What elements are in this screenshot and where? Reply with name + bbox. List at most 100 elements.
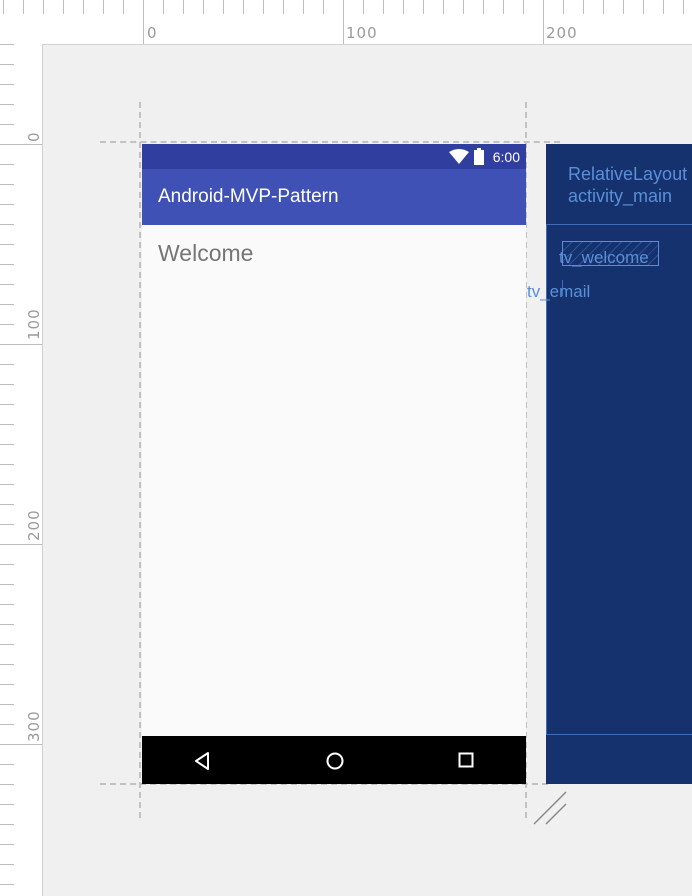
vruler-tick — [0, 704, 14, 705]
vruler-tick — [0, 664, 14, 665]
hruler-tick — [403, 0, 404, 14]
vruler-tick — [0, 264, 14, 265]
vruler-tick — [0, 624, 14, 625]
hruler-tick — [363, 0, 364, 14]
hruler-tick — [343, 0, 344, 44]
hruler-tick — [483, 0, 484, 14]
status-bar: 6:00 — [142, 144, 526, 169]
hruler-tick — [663, 0, 664, 14]
hruler-tick — [283, 0, 284, 14]
app-title: Android-MVP-Pattern — [158, 186, 339, 207]
hruler-tick — [323, 0, 324, 14]
hruler-tick — [503, 0, 504, 14]
horizontal-ruler: 0 100 200 — [0, 0, 692, 45]
vruler-tick — [0, 304, 14, 305]
hruler-tick — [163, 0, 164, 14]
blueprint-view[interactable]: RelativeLayout activity_main tv_welcome — [546, 144, 692, 784]
device-preview[interactable]: 6:00 Android-MVP-Pattern Welcome — [142, 144, 526, 784]
hruler-tick — [643, 0, 644, 14]
hruler-label-100: 100 — [346, 24, 378, 42]
vruler-tick — [0, 124, 14, 125]
hruler-tick — [263, 0, 264, 14]
hruler-tick — [583, 0, 584, 14]
vruler-tick — [0, 884, 14, 885]
guide-top — [100, 141, 560, 143]
hruler-tick — [563, 0, 564, 14]
vruler-tick — [0, 504, 14, 505]
hruler-tick — [243, 0, 244, 14]
hruler-tick — [383, 0, 384, 14]
vruler-tick — [0, 324, 14, 325]
hruler-tick — [423, 0, 424, 14]
vruler-tick — [0, 384, 14, 385]
hruler-tick — [543, 0, 544, 44]
blueprint-navbar-divider — [546, 734, 692, 735]
hruler-tick — [63, 0, 64, 14]
vruler-tick — [0, 224, 14, 225]
status-time: 6:00 — [492, 149, 520, 165]
vruler-tick — [0, 104, 14, 105]
vruler-tick — [0, 584, 14, 585]
hruler-tick — [303, 0, 304, 14]
hruler-tick — [23, 0, 24, 14]
vruler-tick — [0, 164, 14, 165]
back-icon[interactable] — [194, 752, 210, 770]
vruler-tick — [0, 764, 14, 765]
vruler-tick — [0, 364, 14, 365]
vruler-tick — [0, 784, 14, 785]
vruler-tick — [0, 84, 14, 85]
vruler-label-0: 0 — [25, 131, 43, 142]
vertical-ruler: 0 100 200 300 — [0, 44, 43, 896]
vruler-tick — [0, 844, 14, 845]
navigation-bar — [142, 736, 526, 784]
vruler-tick — [0, 484, 14, 485]
vruler-tick — [0, 564, 14, 565]
vruler-tick — [0, 284, 14, 285]
blueprint-appbar-divider — [546, 224, 692, 225]
hruler-tick — [123, 0, 124, 14]
vruler-tick — [0, 404, 14, 405]
vruler-tick — [0, 144, 42, 145]
vruler-tick — [0, 724, 14, 725]
vruler-tick — [0, 344, 42, 345]
vruler-tick — [0, 424, 14, 425]
hruler-tick — [203, 0, 204, 14]
vruler-tick — [0, 684, 14, 685]
vruler-tick — [0, 464, 14, 465]
hruler-tick — [143, 0, 144, 44]
blueprint-tv-welcome-label: tv_welcome — [559, 248, 649, 267]
hruler-label-200: 200 — [546, 24, 578, 42]
blueprint-layout-type: RelativeLayout — [568, 164, 688, 184]
vruler-tick — [0, 444, 14, 445]
vruler-tick — [0, 184, 14, 185]
blueprint-tv-email-label: tv_email — [527, 282, 591, 301]
hruler-tick — [463, 0, 464, 14]
hruler-tick — [683, 0, 684, 14]
vruler-label-100: 100 — [25, 308, 43, 340]
vruler-tick — [0, 44, 14, 45]
vruler-tick — [0, 244, 14, 245]
recents-icon[interactable] — [458, 752, 474, 768]
vruler-tick — [0, 824, 14, 825]
hruler-tick — [103, 0, 104, 14]
hruler-tick — [3, 0, 4, 14]
vruler-tick — [0, 204, 14, 205]
hruler-tick — [443, 0, 444, 14]
vruler-tick — [0, 524, 14, 525]
vruler-tick — [0, 64, 14, 65]
app-bar: Android-MVP-Pattern — [142, 169, 526, 225]
hruler-tick — [223, 0, 224, 14]
hruler-tick — [603, 0, 604, 14]
home-icon[interactable] — [325, 751, 345, 771]
vruler-tick — [0, 544, 42, 545]
vruler-tick — [0, 864, 14, 865]
vruler-label-200: 200 — [25, 509, 43, 541]
blueprint-layout-id: activity_main — [568, 186, 673, 206]
guide-left — [139, 102, 141, 818]
vruler-tick — [0, 604, 14, 605]
hruler-tick — [43, 0, 44, 14]
welcome-text[interactable]: Welcome — [158, 240, 253, 267]
resize-handle-icon[interactable] — [532, 790, 570, 826]
hruler-tick — [523, 0, 524, 14]
vruler-tick — [0, 744, 42, 745]
